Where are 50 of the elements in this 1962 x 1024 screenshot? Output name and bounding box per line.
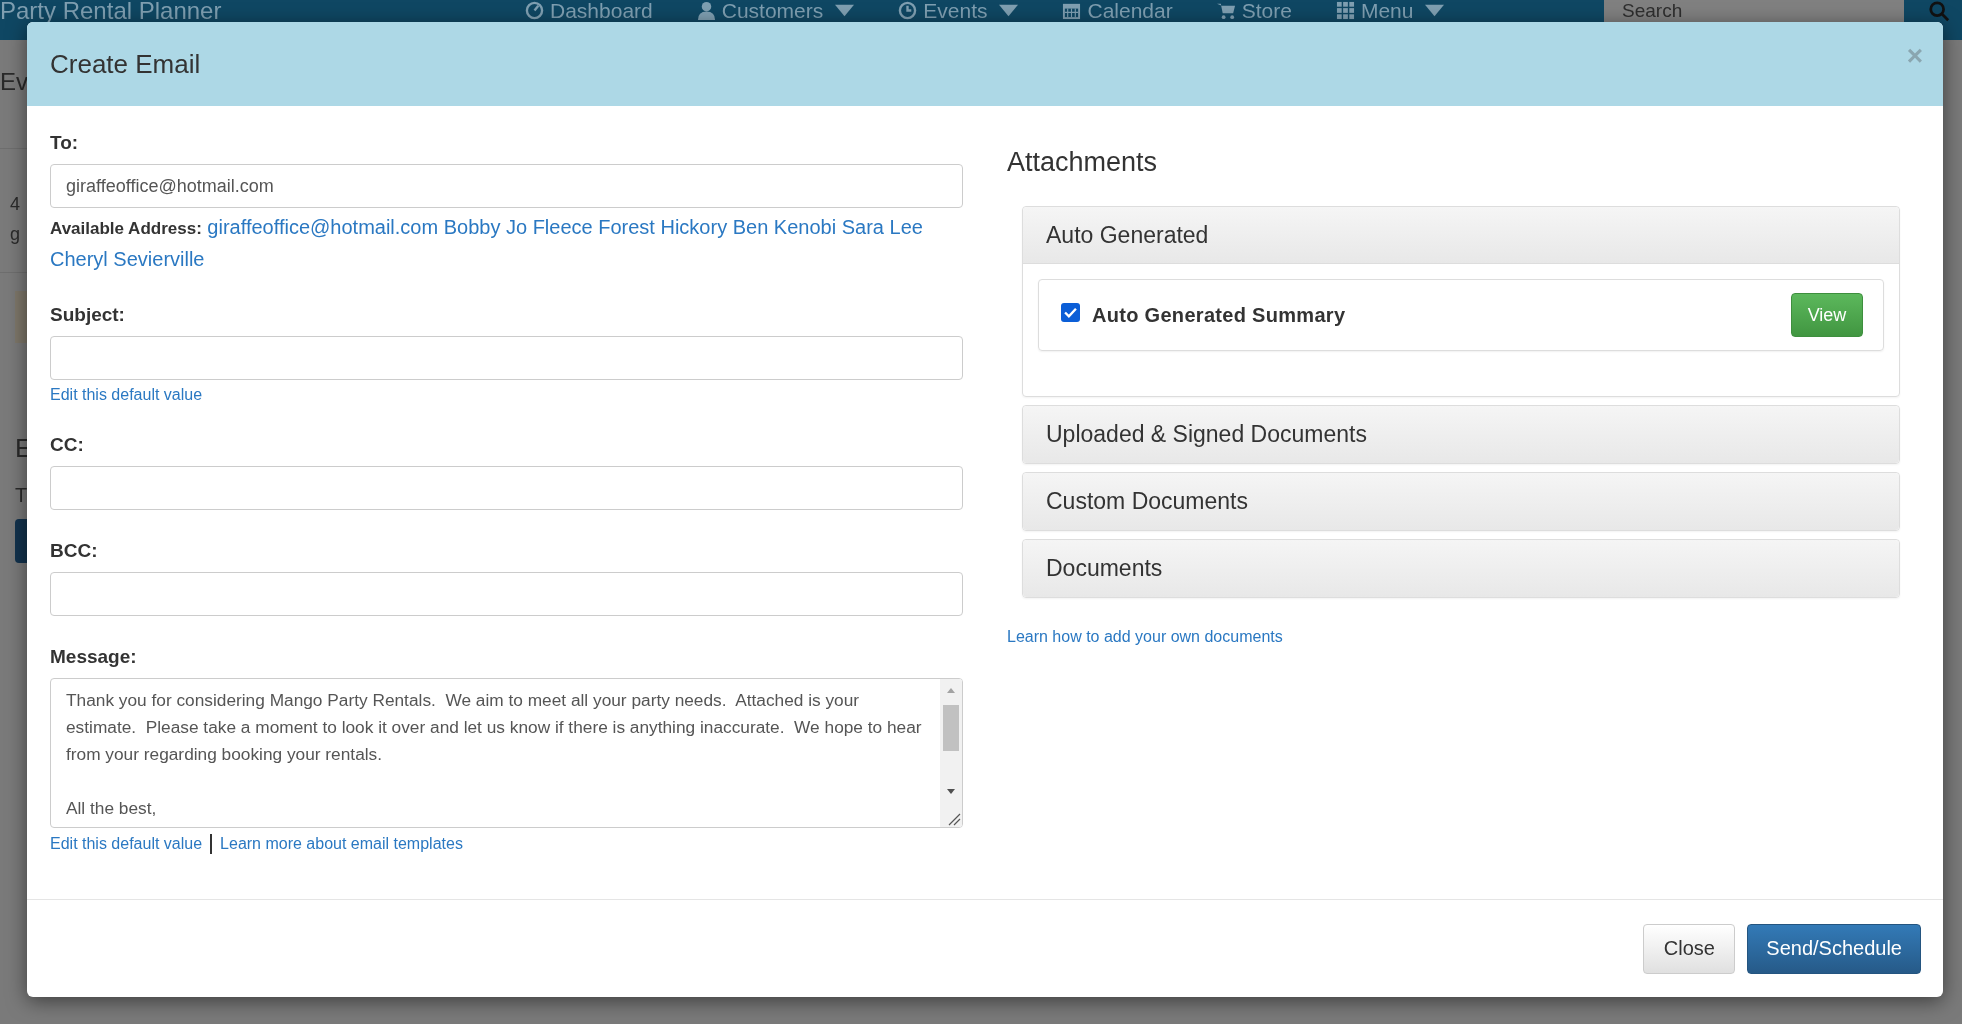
cart-icon [1216, 1, 1236, 20]
address-link[interactable]: Sara Lee [841, 216, 923, 238]
grid-icon [1335, 1, 1355, 20]
clock-icon [898, 1, 918, 20]
close-button[interactable]: Close [1643, 923, 1736, 974]
nav-item[interactable]: Calendar [1062, 0, 1173, 21]
checkbox[interactable] [1061, 302, 1080, 322]
address-link[interactable]: Cheryl Sevierville [50, 248, 205, 270]
attachment-label: Auto Generated Summary [1092, 303, 1347, 327]
help-link[interactable]: Learn how to add your own documents [1007, 628, 1920, 646]
page-heading: Ev [0, 68, 28, 96]
gauge-icon [525, 1, 544, 20]
nav-item[interactable]: Menu [1335, 0, 1445, 21]
view-button[interactable]: View [1791, 293, 1863, 337]
field-label: BCC: [50, 540, 99, 562]
search-field[interactable]: Search [1604, 0, 1904, 22]
message-field[interactable]: Thank you for considering Mango Party Rentals. We aim to meet all your party needs. Attached is your estimate. Please take a moment to look it over and let us know if there is anything inaccurate. We hope to hear from your regarding booking your rentals. All the best, [50, 678, 963, 828]
search-icon[interactable] [1928, 0, 1950, 22]
text-field[interactable] [50, 466, 963, 510]
dialog-title: Create Email [50, 48, 201, 80]
panel-header[interactable]: Uploaded & Signed Documents [1023, 406, 1899, 463]
card-text: 4 [10, 193, 21, 216]
nav-item[interactable]: Events [898, 0, 1019, 21]
help-link[interactable]: Learn more about email templates [220, 835, 463, 853]
person-icon [696, 1, 716, 20]
field-label: To: [50, 132, 80, 154]
nav-item[interactable]: Dashboard [525, 0, 653, 21]
field-label: CC: [50, 434, 85, 456]
card-text: g [10, 223, 21, 246]
address-link[interactable]: Forest Hickory [598, 216, 728, 238]
help-link[interactable]: Edit this default value [50, 835, 203, 853]
field-label: Subject: [50, 304, 126, 326]
text-field[interactable] [50, 572, 963, 616]
help-link[interactable]: Edit this default value [50, 386, 203, 404]
field-label: Message: [50, 646, 138, 668]
address-link[interactable]: giraffeoffice@hotmail.com [207, 216, 439, 238]
panel-header[interactable]: Custom Documents [1023, 473, 1899, 530]
to-field[interactable]: giraffeoffice@hotmail.com [50, 164, 963, 208]
address-link[interactable]: Ben Kenobi [732, 216, 837, 238]
panel-header[interactable]: Auto Generated [1023, 207, 1899, 264]
available-addresses: Available Address: giraffeoffice@hotmail.com Bobby Jo Fleece Forest Hickory Ben Kenobi Sara Lee Cheryl Sevierville [50, 215, 924, 272]
address-link[interactable]: Bobby Jo Fleece [443, 216, 593, 238]
panel-header[interactable]: Documents [1023, 540, 1899, 597]
section-title: Attachments [1007, 147, 1159, 178]
nav-item[interactable]: Store [1216, 0, 1292, 21]
send-button[interactable]: Send/Schedule [1747, 923, 1921, 974]
brand-title[interactable]: Party Rental Planner [0, 0, 525, 22]
nav-item[interactable]: Customers [696, 0, 855, 21]
text-field[interactable] [50, 336, 963, 380]
section-text: T [15, 484, 27, 507]
